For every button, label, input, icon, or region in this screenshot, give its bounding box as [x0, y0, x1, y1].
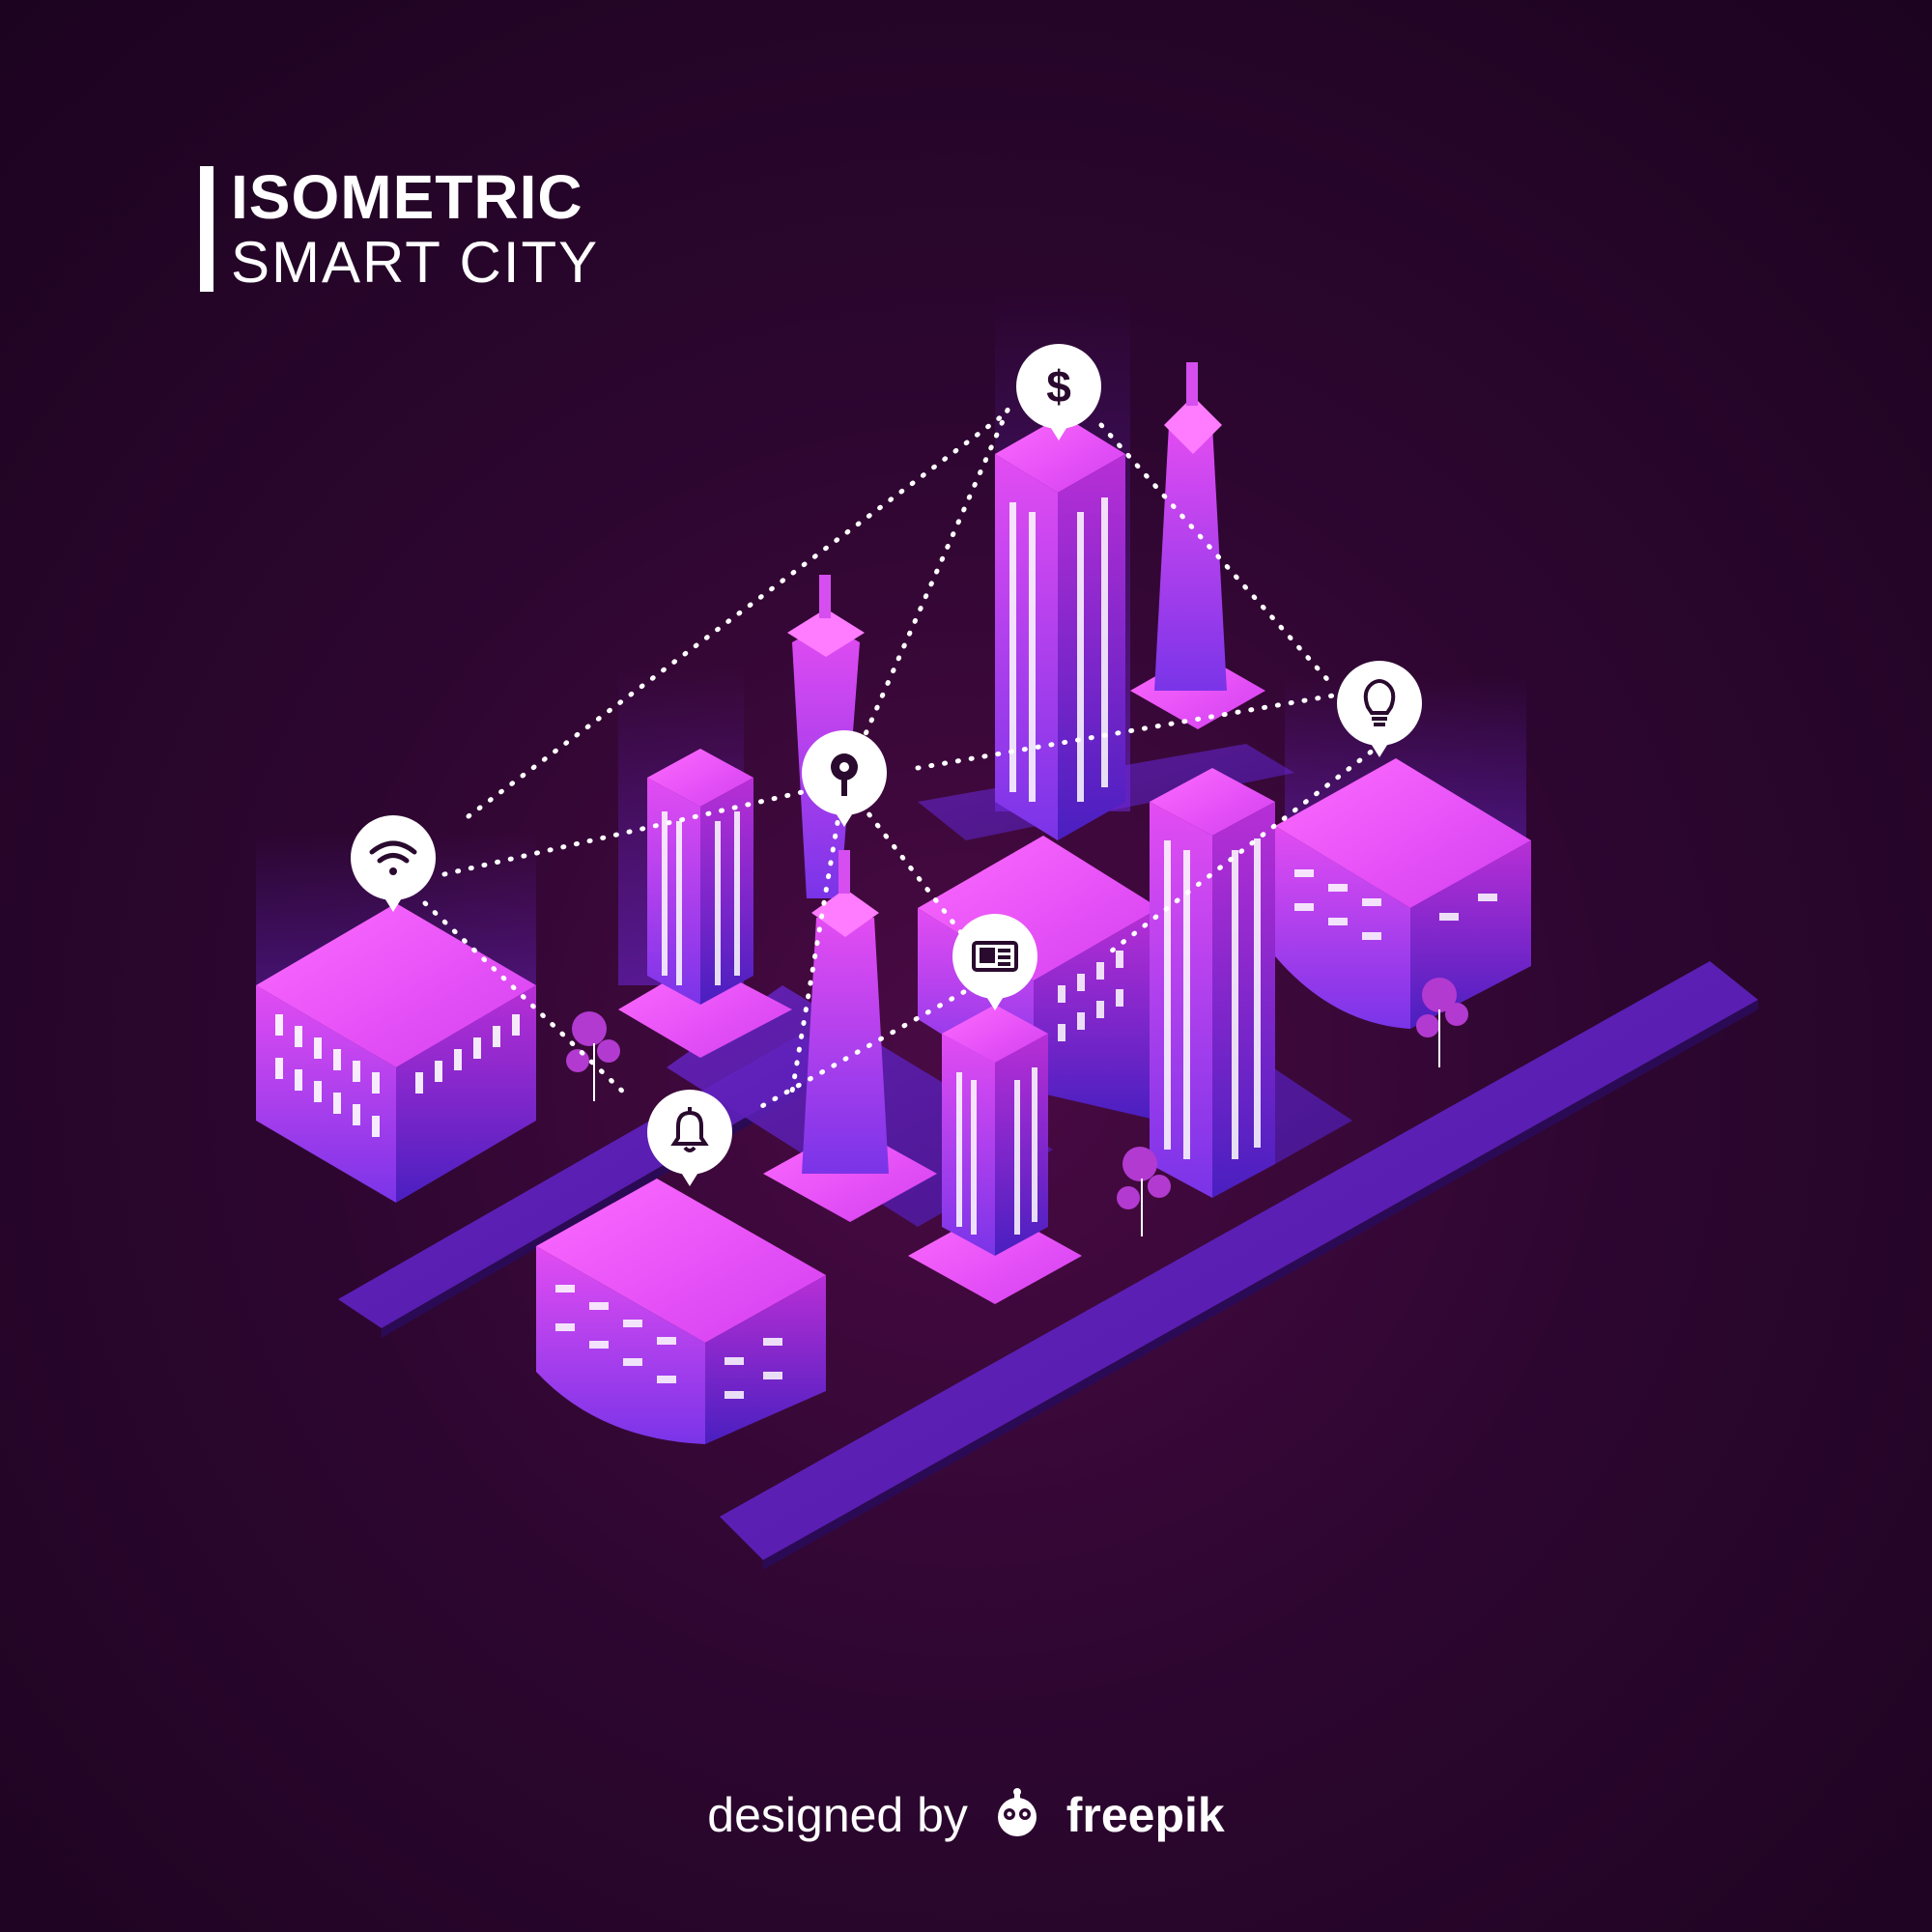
credit-brand: freepik [1065, 1788, 1225, 1842]
title-block: ISOMETRIC SMART CITY [200, 166, 599, 292]
dollar-icon: $ [1046, 361, 1071, 412]
building-right-tall-tower [1150, 768, 1275, 1198]
building-tall-tower [995, 415, 1125, 840]
credit-line: designed by freepik [0, 1787, 1932, 1850]
credit-prefix: designed by [707, 1788, 968, 1842]
title-line-2: SMART CITY [231, 230, 600, 295]
freepik-logo-icon [989, 1787, 1045, 1850]
title-line-1: ISOMETRIC [231, 162, 583, 232]
tree [566, 1011, 620, 1101]
building-spire-right [1130, 362, 1265, 729]
